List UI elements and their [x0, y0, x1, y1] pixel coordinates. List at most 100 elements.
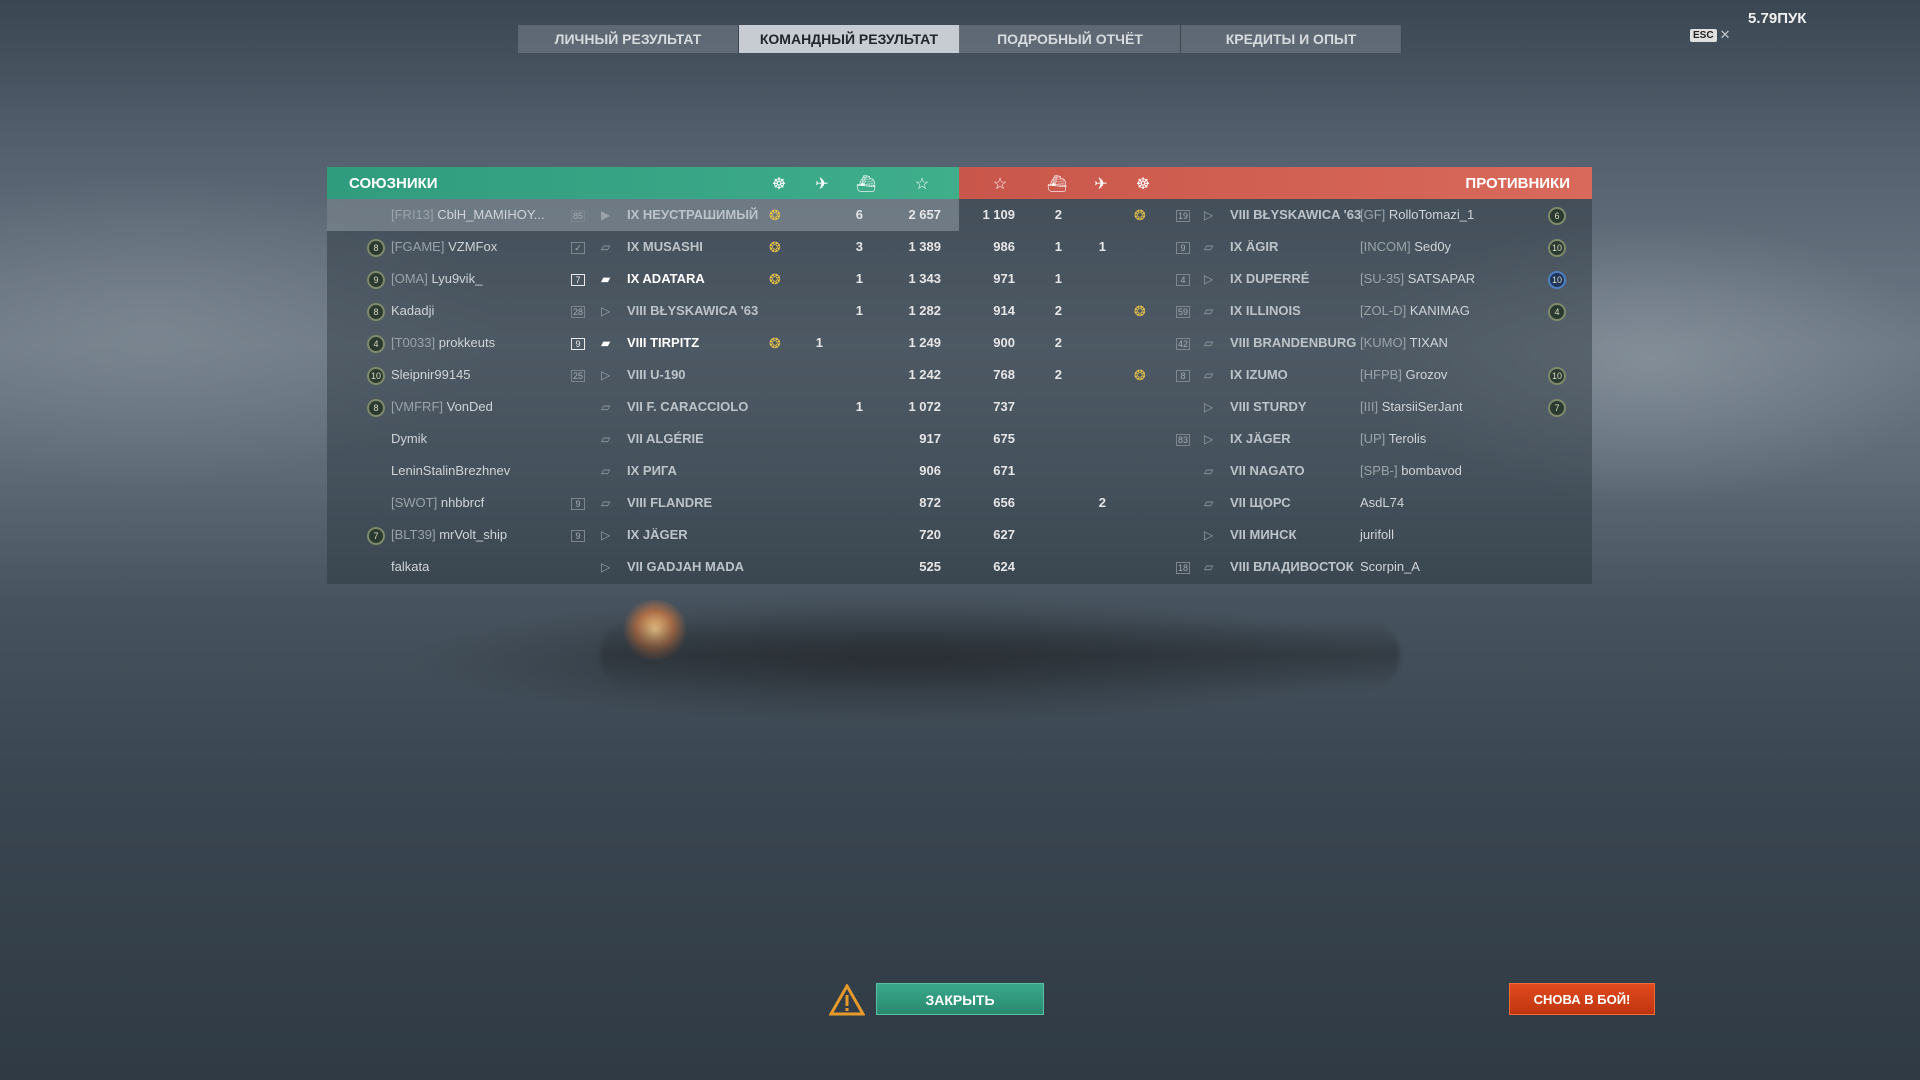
- ship-class-icon: ▱: [1204, 336, 1214, 350]
- esc-close[interactable]: ESC ✕: [1690, 27, 1730, 43]
- level-cell: 9: [1176, 231, 1190, 263]
- level-cell: 19: [1176, 199, 1191, 231]
- ship-name: IX ADATARA: [627, 271, 705, 286]
- table-row[interactable]: 656 2 ▱ VII ЩОРС AsdL74: [960, 487, 1592, 519]
- ship-class-icon: ▶: [601, 208, 611, 222]
- base-xp: 914: [993, 303, 1015, 318]
- base-xp: 624: [993, 559, 1015, 574]
- table-row[interactable]: 8 Kadadji 28 ▷ VIII BŁYSKAWICA '63 1 1 282: [327, 295, 959, 327]
- player-cell: [FRI13] CblH_MAMIHOY...: [391, 199, 545, 231]
- ship-class-cell: ▱: [1204, 231, 1213, 263]
- player-cell: [OMA] Lyu9vik_: [391, 263, 482, 295]
- table-row[interactable]: 737 ▷ VIII STURDY [III] StarsiiSerJant 7: [960, 391, 1592, 423]
- ships-destroyed: 1: [855, 271, 863, 286]
- level-cell: 4: [1176, 263, 1190, 295]
- allies-title: СОЮЗНИКИ: [349, 175, 438, 192]
- rank-cell: 8: [367, 295, 385, 327]
- ship-name: VIII U-190: [627, 367, 686, 382]
- table-row[interactable]: 768 2 ❂ 8 ▱ IX IZUMO [HFPB] Grozov 10: [960, 359, 1592, 391]
- battle-again-button[interactable]: СНОВА В БОЙ!: [1509, 983, 1655, 1015]
- service-level: 25: [571, 370, 586, 382]
- ship-class-cell: ▱: [601, 391, 610, 423]
- ship-class-cell: ▷: [1204, 423, 1213, 455]
- player-name: CblH_MAMIHOY...: [437, 207, 545, 222]
- rank-cell: 7: [367, 519, 385, 551]
- rank-badge: 10: [1548, 239, 1566, 257]
- table-row[interactable]: 8 [FGAME] VZMFox ✓ ▱ IX MUSASHI ❂ 3 1 389: [327, 231, 959, 263]
- table-row[interactable]: LeninStalinBrezhnev ▱ IX РИГА 906: [327, 455, 959, 487]
- rank-cell: 10: [367, 359, 385, 391]
- base-xp: 525: [919, 559, 941, 574]
- rank-badge: 8: [367, 399, 385, 417]
- table-row[interactable]: falkata ▷ VII GADJAH MADA 525: [327, 551, 959, 583]
- base-xp: 872: [919, 495, 941, 510]
- service-level: 8: [1176, 370, 1190, 382]
- table-row[interactable]: 627 ▷ VII МИНСК jurifoll: [960, 519, 1592, 551]
- service-level: 7: [571, 274, 585, 286]
- ship-class-icon: ▷: [1204, 432, 1214, 446]
- ship-name: VIII BŁYSKAWICA '63: [1230, 207, 1362, 222]
- table-row[interactable]: 900 2 42 ▱ VIII BRANDENBURG [KUMO] TIXAN: [960, 327, 1592, 359]
- ship-class-cell: ▱: [601, 231, 610, 263]
- player-cell: [SU-35] SATSAPAR: [1360, 263, 1475, 295]
- table-row[interactable]: Dymik ▱ VII ALGÉRIE 917: [327, 423, 959, 455]
- table-row[interactable]: [FRI13] CblH_MAMIHOY... 85 ▶ IX НЕУСТРАШИМЫ…: [327, 199, 959, 231]
- player-cell: [SWOT] nhbbrcf: [391, 487, 484, 519]
- player-name: Dymik: [391, 431, 428, 446]
- table-row[interactable]: 1 109 2 ❂ 19 ▷ VIII BŁYSKAWICA '63 [GF] RolloT…: [960, 199, 1592, 231]
- ship-class-icon: ▷: [601, 560, 611, 574]
- tab-team-result[interactable]: КОМАНДНЫЙ РЕЗУЛЬТАТ: [739, 25, 960, 53]
- table-row[interactable]: 8 [VMFRF] VonDed ▱ VII F. CARACCIOLO 1 1 072: [327, 391, 959, 423]
- tab-personal-result[interactable]: ЛИЧНЫЙ РЕЗУЛЬТАТ: [518, 25, 739, 53]
- clan-tag: [SPB-]: [1360, 463, 1398, 478]
- player-name: bombavod: [1401, 463, 1462, 478]
- player-cell: [T0033] prokkeuts: [391, 327, 495, 359]
- table-row[interactable]: [SWOT] nhbbrcf 9 ▱ VIII FLANDRE 872: [327, 487, 959, 519]
- enemies-title: ПРОТИВНИКИ: [1465, 175, 1570, 192]
- table-row[interactable]: 675 83 ▷ IX JÄGER [UP] Terolis: [960, 423, 1592, 455]
- player-name: RolloTomazi_1: [1388, 207, 1475, 222]
- table-row[interactable]: 971 1 4 ▷ IX DUPERRÉ [SU-35] SATSAPAR 10: [960, 263, 1592, 295]
- table-row[interactable]: 7 [BLT39] mrVolt_ship 9 ▷ IX JÄGER 720: [327, 519, 959, 551]
- enemies-header: ☆ ⛴ ✈ ☸ ПРОТИВНИКИ: [959, 167, 1592, 199]
- close-icon[interactable]: ✕: [1720, 27, 1731, 43]
- player-name: Scorpin_A: [1360, 559, 1420, 574]
- star-icon: ☆: [914, 176, 930, 193]
- ship-class-icon: ▷: [1204, 400, 1214, 414]
- ship-class-cell: ▱: [1204, 327, 1213, 359]
- ship-class-icon: ▱: [601, 400, 611, 414]
- medal-icon: ❂: [769, 271, 781, 287]
- tab-credits-xp[interactable]: КРЕДИТЫ И ОПЫТ: [1181, 25, 1402, 53]
- table-row[interactable]: 986 1 1 9 ▱ IX ÄGIR [INCOM] Sed0y 10: [960, 231, 1592, 263]
- ship-class-icon: ▱: [1204, 368, 1214, 382]
- table-row[interactable]: 4 [T0033] prokkeuts 9 ▰ VIII TIRPITZ ❂ 1 1 249: [327, 327, 959, 359]
- close-button[interactable]: ЗАКРЫТЬ: [876, 983, 1044, 1015]
- base-xp: 1 282: [908, 303, 941, 318]
- table-row[interactable]: 9 [OMA] Lyu9vik_ 7 ▰ IX ADATARA ❂ 1 1 343: [327, 263, 959, 295]
- level-cell: 83: [1176, 423, 1191, 455]
- ships-destroyed: 2: [1054, 303, 1062, 318]
- table-row[interactable]: 10 Sleipnir99145 25 ▷ VIII U-190 1 242: [327, 359, 959, 391]
- allies-header: СОЮЗНИКИ ☸ ✈ ⛴ ☆: [327, 167, 959, 199]
- ship-name: IX JÄGER: [627, 527, 688, 542]
- table-row[interactable]: 671 ▱ VII NAGATO [SPB-] bombavod: [960, 455, 1592, 487]
- table-row[interactable]: 624 18 ▱ VIII ВЛАДИВОСТОК Scorpin_A: [960, 551, 1592, 583]
- player-cell: Dymik: [391, 423, 427, 455]
- rank-badge: 8: [367, 303, 385, 321]
- enemies-list: 1 109 2 ❂ 19 ▷ VIII BŁYSKAWICA '63 [GF] RolloT…: [960, 199, 1592, 584]
- base-xp: 627: [993, 527, 1015, 542]
- ship-class-icon: ▱: [1204, 496, 1214, 510]
- player-cell: AsdL74: [1360, 487, 1404, 519]
- star-icon: ☆: [992, 176, 1008, 193]
- rank-cell: 6: [1548, 199, 1566, 231]
- esc-key-label: ESC: [1690, 28, 1717, 42]
- tab-detailed-report[interactable]: ПОДРОБНЫЙ ОТЧЁТ: [960, 25, 1181, 53]
- rank-cell: 8: [367, 231, 385, 263]
- player-name: SATSAPAR: [1407, 271, 1476, 286]
- service-level: 9: [571, 530, 585, 542]
- player-cell: jurifoll: [1360, 519, 1394, 551]
- base-xp: 737: [993, 399, 1015, 414]
- ship-name: IX ÄGIR: [1230, 239, 1279, 254]
- table-row[interactable]: 914 2 ❂ 59 ▱ IX ILLINOIS [ZOL-D] KANIMAG 4: [960, 295, 1592, 327]
- ship-class-icon: ▷: [1204, 208, 1214, 222]
